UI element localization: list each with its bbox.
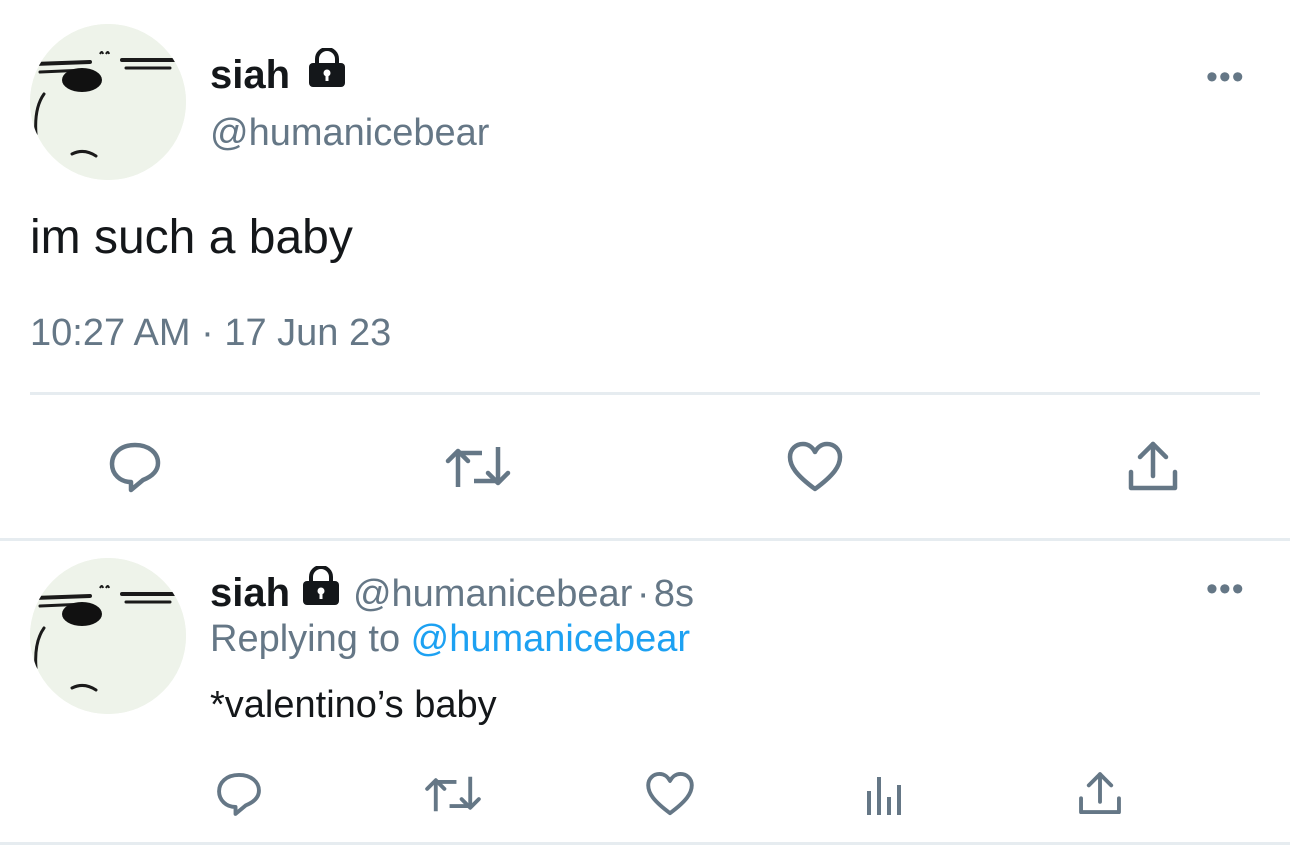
reply-share-button[interactable] bbox=[1070, 766, 1130, 822]
more-options-button[interactable]: ••• bbox=[1206, 60, 1245, 94]
like-button[interactable] bbox=[780, 436, 850, 498]
bear-face-image bbox=[30, 558, 186, 714]
heart-icon bbox=[787, 441, 843, 492]
lock-icon bbox=[302, 566, 339, 605]
lock-icon bbox=[309, 48, 346, 87]
reply-like-button[interactable] bbox=[640, 766, 700, 822]
bear-face-image bbox=[30, 24, 186, 180]
handle[interactable]: @humanicebear bbox=[210, 112, 489, 155]
tweet-timestamp[interactable]: 10:27 AM · 17 Jun 23 bbox=[30, 312, 391, 355]
reply-text: *valentino’s baby bbox=[210, 684, 497, 726]
display-name[interactable]: siah bbox=[210, 48, 349, 95]
share-icon bbox=[1079, 772, 1121, 815]
reply-reply-button[interactable] bbox=[210, 766, 268, 822]
replying-to-label: Replying to bbox=[210, 618, 411, 660]
analytics-bars-icon bbox=[867, 777, 901, 815]
display-name-text: siah bbox=[210, 53, 291, 97]
analytics-button[interactable] bbox=[856, 766, 912, 822]
share-icon bbox=[1128, 441, 1178, 491]
replying-to-mention[interactable]: @humanicebear bbox=[411, 618, 690, 660]
reply-button[interactable] bbox=[100, 436, 170, 498]
more-icon: ••• bbox=[1206, 570, 1245, 608]
tweet-text: im such a baby bbox=[30, 211, 353, 264]
separator-dot: · bbox=[636, 573, 650, 615]
reply-more-options-button[interactable]: ••• bbox=[1206, 572, 1245, 606]
reply-header: siah @humanicebear · 8s bbox=[210, 566, 694, 616]
bottom-divider bbox=[0, 842, 1290, 845]
reply-bubble-icon bbox=[109, 442, 161, 493]
divider bbox=[30, 392, 1260, 395]
share-button[interactable] bbox=[1118, 436, 1188, 498]
more-icon: ••• bbox=[1206, 58, 1245, 96]
reply-avatar[interactable] bbox=[30, 558, 186, 714]
heart-icon bbox=[646, 772, 694, 816]
reply-retweet-button[interactable] bbox=[418, 766, 488, 822]
section-divider bbox=[0, 538, 1290, 541]
reply-age[interactable]: 8s bbox=[654, 573, 694, 615]
retweet-icon bbox=[445, 447, 511, 487]
reply-handle[interactable]: @humanicebear bbox=[353, 573, 632, 615]
avatar[interactable] bbox=[30, 24, 186, 180]
replying-to-line: Replying to @humanicebear bbox=[210, 618, 690, 661]
reply-bubble-icon bbox=[217, 772, 261, 816]
retweet-icon bbox=[425, 776, 481, 812]
reply-display-name[interactable]: siah bbox=[210, 571, 290, 615]
retweet-button[interactable] bbox=[438, 436, 518, 498]
